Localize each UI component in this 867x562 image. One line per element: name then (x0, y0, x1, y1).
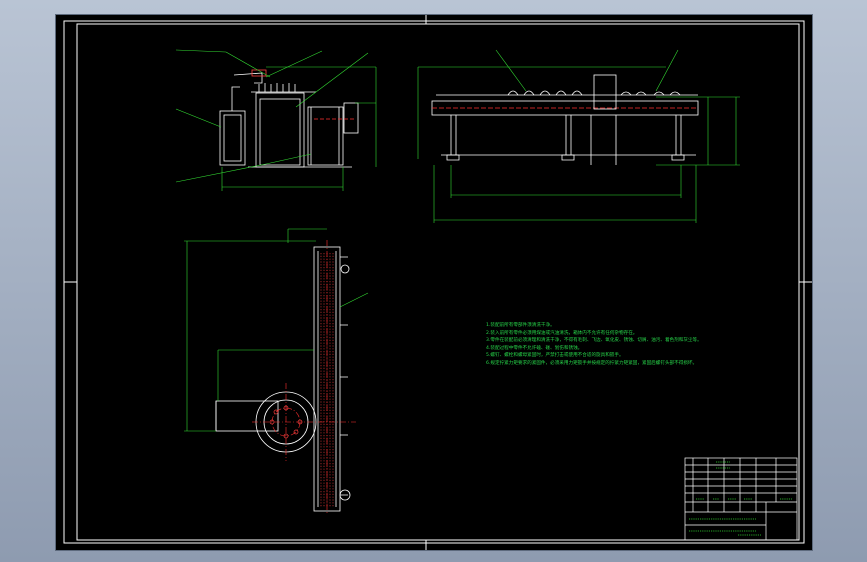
engineering-drawing (63, 15, 812, 550)
note-line: 3.零件在装配前必须清理和清洗干净，不得有毛刺、飞边、氧化皮、锈蚀、切屑、油污、… (486, 338, 702, 344)
note-line: 1.装配前所有零部件须清洗干净。 (486, 323, 555, 328)
side-view-dimensions (417, 49, 740, 223)
side-view (431, 74, 699, 165)
title-block-scribbles (689, 461, 792, 536)
technical-notes: 1.装配前所有零部件须清洗干净。 2.装入前所有零件必须用煤油或汽油清洗，箱体内… (486, 322, 736, 368)
front-view-dimensions (175, 49, 377, 191)
note-line: 5.螺钉、螺栓和螺母紧固时，严禁打击或使用不合适的旋具和扳手。 (486, 353, 624, 359)
front-view (219, 69, 359, 168)
note-line: 6.规定拧紧力矩要求的紧固件，必须采用力矩扳手并按规定的拧紧力矩紧固，紧固后螺钉… (486, 360, 698, 366)
cad-viewport[interactable]: 1.装配前所有零部件须清洗干净。 2.装入前所有零件必须用煤油或汽油清洗，箱体内… (55, 14, 813, 551)
note-line: 2.装入前所有零件必须用煤油或汽油清洗，箱体内不允许有任何杂物存在。 (486, 330, 638, 336)
inner-border (76, 23, 800, 541)
note-line: 4.装配过程中零件不允许磕、碰、划伤和锈蚀。 (486, 345, 583, 351)
